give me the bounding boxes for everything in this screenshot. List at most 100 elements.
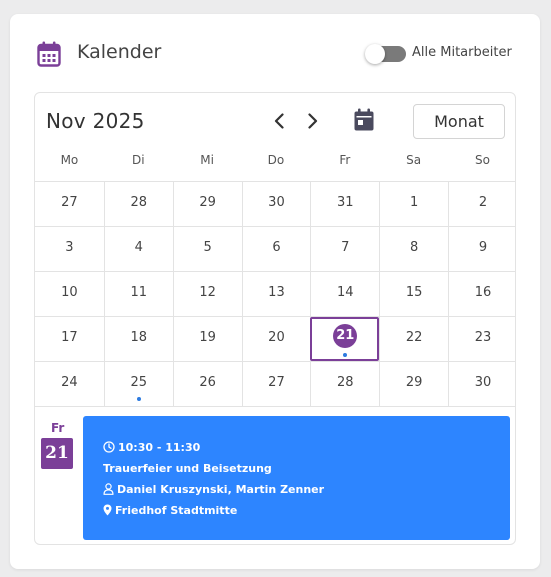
calendar-day-cell[interactable]: 2 bbox=[448, 182, 515, 226]
event-card[interactable]: 10:30 - 11:30 Trauerfeier und Beisetzung… bbox=[83, 416, 510, 540]
calendar-today-icon[interactable] bbox=[353, 108, 375, 132]
calendar-day-cell[interactable]: 3 bbox=[35, 227, 104, 271]
day-number: 26 bbox=[199, 375, 216, 390]
widget-header: Kalender Alle Mitarbeiter bbox=[10, 14, 540, 94]
weekday-label: Mi bbox=[200, 153, 214, 167]
day-number: 16 bbox=[474, 285, 492, 300]
calendar-day-cell[interactable]: 4 bbox=[103, 227, 173, 271]
all-employees-label[interactable]: Alle Mitarbeiter bbox=[412, 45, 512, 60]
chevron-right-icon[interactable] bbox=[301, 110, 323, 132]
calendar-day-cell[interactable]: 18 bbox=[103, 317, 173, 361]
calendar-day-cell[interactable]: 22 bbox=[379, 317, 448, 361]
event-date-badge: 21 bbox=[41, 438, 73, 469]
calendar-day-cell[interactable]: 28 bbox=[310, 362, 379, 406]
calendar-week-row: 3 4 5 6 7 8 9 bbox=[35, 226, 515, 271]
view-switch-button[interactable]: Monat bbox=[413, 104, 505, 139]
day-number: 19 bbox=[199, 330, 216, 345]
day-number: 24 bbox=[61, 375, 78, 390]
calendar-day-cell[interactable]: 12 bbox=[172, 272, 242, 316]
calendar-week-row: 10 11 12 13 14 15 16 bbox=[35, 271, 515, 316]
day-number: 25 bbox=[130, 375, 148, 390]
weekday-header: Mo Di Mi Do Fr Sa So bbox=[35, 151, 515, 181]
event-people-row: Daniel Kruszynski, Martin Zenner bbox=[103, 481, 324, 497]
calendar-day-cell[interactable]: 27 bbox=[35, 182, 104, 226]
weekday-label: Do bbox=[267, 153, 285, 167]
day-number: 15 bbox=[405, 285, 423, 300]
day-number: 4 bbox=[134, 240, 143, 255]
calendar-day-cell[interactable]: 27 bbox=[241, 362, 311, 406]
day-number: 30 bbox=[268, 195, 285, 210]
toggle-knob[interactable] bbox=[365, 44, 385, 64]
day-number: 7 bbox=[341, 240, 350, 255]
month-title: Nov 2025 bbox=[46, 109, 145, 133]
calendar-day-cell[interactable]: 26 bbox=[172, 362, 242, 406]
day-number: 8 bbox=[410, 240, 419, 255]
calendar-day-cell[interactable]: 29 bbox=[379, 362, 448, 406]
event-location-row: Friedhof Stadtmitte bbox=[103, 502, 237, 518]
day-number: 13 bbox=[268, 285, 285, 300]
map-pin-icon bbox=[103, 504, 112, 516]
weekday-label: Mo bbox=[60, 153, 79, 167]
calendar-week-row: 27 28 29 30 31 1 2 bbox=[35, 181, 515, 226]
chevron-left-icon[interactable] bbox=[269, 110, 291, 132]
calendar-day-cell[interactable]: 6 bbox=[241, 227, 311, 271]
calendar-day-cell[interactable]: 19 bbox=[172, 317, 242, 361]
clock-icon bbox=[103, 441, 115, 453]
day-number: 6 bbox=[272, 240, 281, 255]
day-number: 9 bbox=[478, 240, 488, 255]
selected-day-number: 21 bbox=[333, 324, 358, 348]
event-title-row: Trauerfeier und Beisetzung bbox=[103, 460, 272, 476]
calendar-day-cell[interactable]: 15 bbox=[379, 272, 448, 316]
calendar-day-cell[interactable]: 8 bbox=[379, 227, 448, 271]
calendar-day-cell[interactable]: 25 bbox=[103, 362, 173, 406]
calendar-day-cell[interactable]: 23 bbox=[448, 317, 515, 361]
event-people: Daniel Kruszynski, Martin Zenner bbox=[117, 482, 325, 496]
calendar-day-cell[interactable]: 10 bbox=[35, 272, 104, 316]
calendar-day-cell[interactable]: 20 bbox=[241, 317, 311, 361]
event-time: 10:30 - 11:30 bbox=[118, 440, 201, 454]
day-number: 23 bbox=[474, 330, 492, 345]
calendar-day-cell[interactable]: 30 bbox=[448, 362, 515, 406]
event-indicator-dot bbox=[136, 397, 141, 401]
calendar-day-cell[interactable]: 9 bbox=[448, 227, 515, 271]
calendar-grid: Mo Di Mi Do Fr Sa So 27 28 29 30 31 1 2 3 4 5 6 7 8 9 10 11 12… bbox=[35, 151, 515, 406]
calendar-day-cell[interactable]: 31 bbox=[310, 182, 379, 226]
calendar-day-cell[interactable]: 17 bbox=[35, 317, 104, 361]
day-number: 30 bbox=[474, 375, 492, 390]
widget-title: Kalender bbox=[77, 41, 162, 63]
day-number: 3 bbox=[65, 240, 74, 255]
day-events-panel: Fr 21 10:30 - 11:30 Trauerfeier und Beis… bbox=[35, 406, 515, 544]
weekday-label: Fr bbox=[339, 153, 351, 167]
calendar-widget: Kalender Alle Mitarbeiter Nov 2025 Monat bbox=[10, 14, 540, 569]
day-number: 22 bbox=[405, 330, 423, 345]
day-number: 27 bbox=[61, 195, 78, 210]
calendar-day-cell[interactable]: 14 bbox=[310, 272, 379, 316]
weekday-label: Sa bbox=[406, 153, 422, 167]
weekday-label: Di bbox=[131, 153, 145, 167]
day-number: 29 bbox=[199, 195, 216, 210]
calendar-week-row: 24 25 26 27 28 29 30 bbox=[35, 361, 515, 406]
day-number: 11 bbox=[130, 285, 148, 300]
day-number: 31 bbox=[337, 195, 354, 210]
event-indicator-dot bbox=[343, 353, 348, 357]
day-number: 2 bbox=[478, 195, 488, 210]
calendar-day-cell[interactable]: 24 bbox=[35, 362, 104, 406]
event-time-row: 10:30 - 11:30 bbox=[103, 439, 200, 455]
event-weekday: Fr bbox=[51, 421, 65, 435]
calendar-week-row: 17 18 19 20 21 22 23 bbox=[35, 316, 515, 361]
all-employees-toggle[interactable] bbox=[365, 44, 406, 64]
calendar-day-cell[interactable]: 11 bbox=[103, 272, 173, 316]
calendar-day-cell[interactable]: 29 bbox=[172, 182, 242, 226]
calendar-day-cell[interactable]: 21 bbox=[310, 317, 380, 361]
calendar-day-cell[interactable]: 16 bbox=[448, 272, 515, 316]
calendar-toolbar: Nov 2025 Monat bbox=[35, 93, 515, 151]
calendar-day-cell[interactable]: 5 bbox=[172, 227, 242, 271]
day-number: 12 bbox=[199, 285, 216, 300]
calendar-day-cell[interactable]: 1 bbox=[379, 182, 448, 226]
calendar-day-cell[interactable]: 13 bbox=[241, 272, 311, 316]
user-icon bbox=[103, 483, 114, 495]
day-number: 18 bbox=[130, 330, 148, 345]
calendar-day-cell[interactable]: 28 bbox=[103, 182, 173, 226]
calendar-day-cell[interactable]: 30 bbox=[241, 182, 311, 226]
calendar-day-cell[interactable]: 7 bbox=[310, 227, 379, 271]
